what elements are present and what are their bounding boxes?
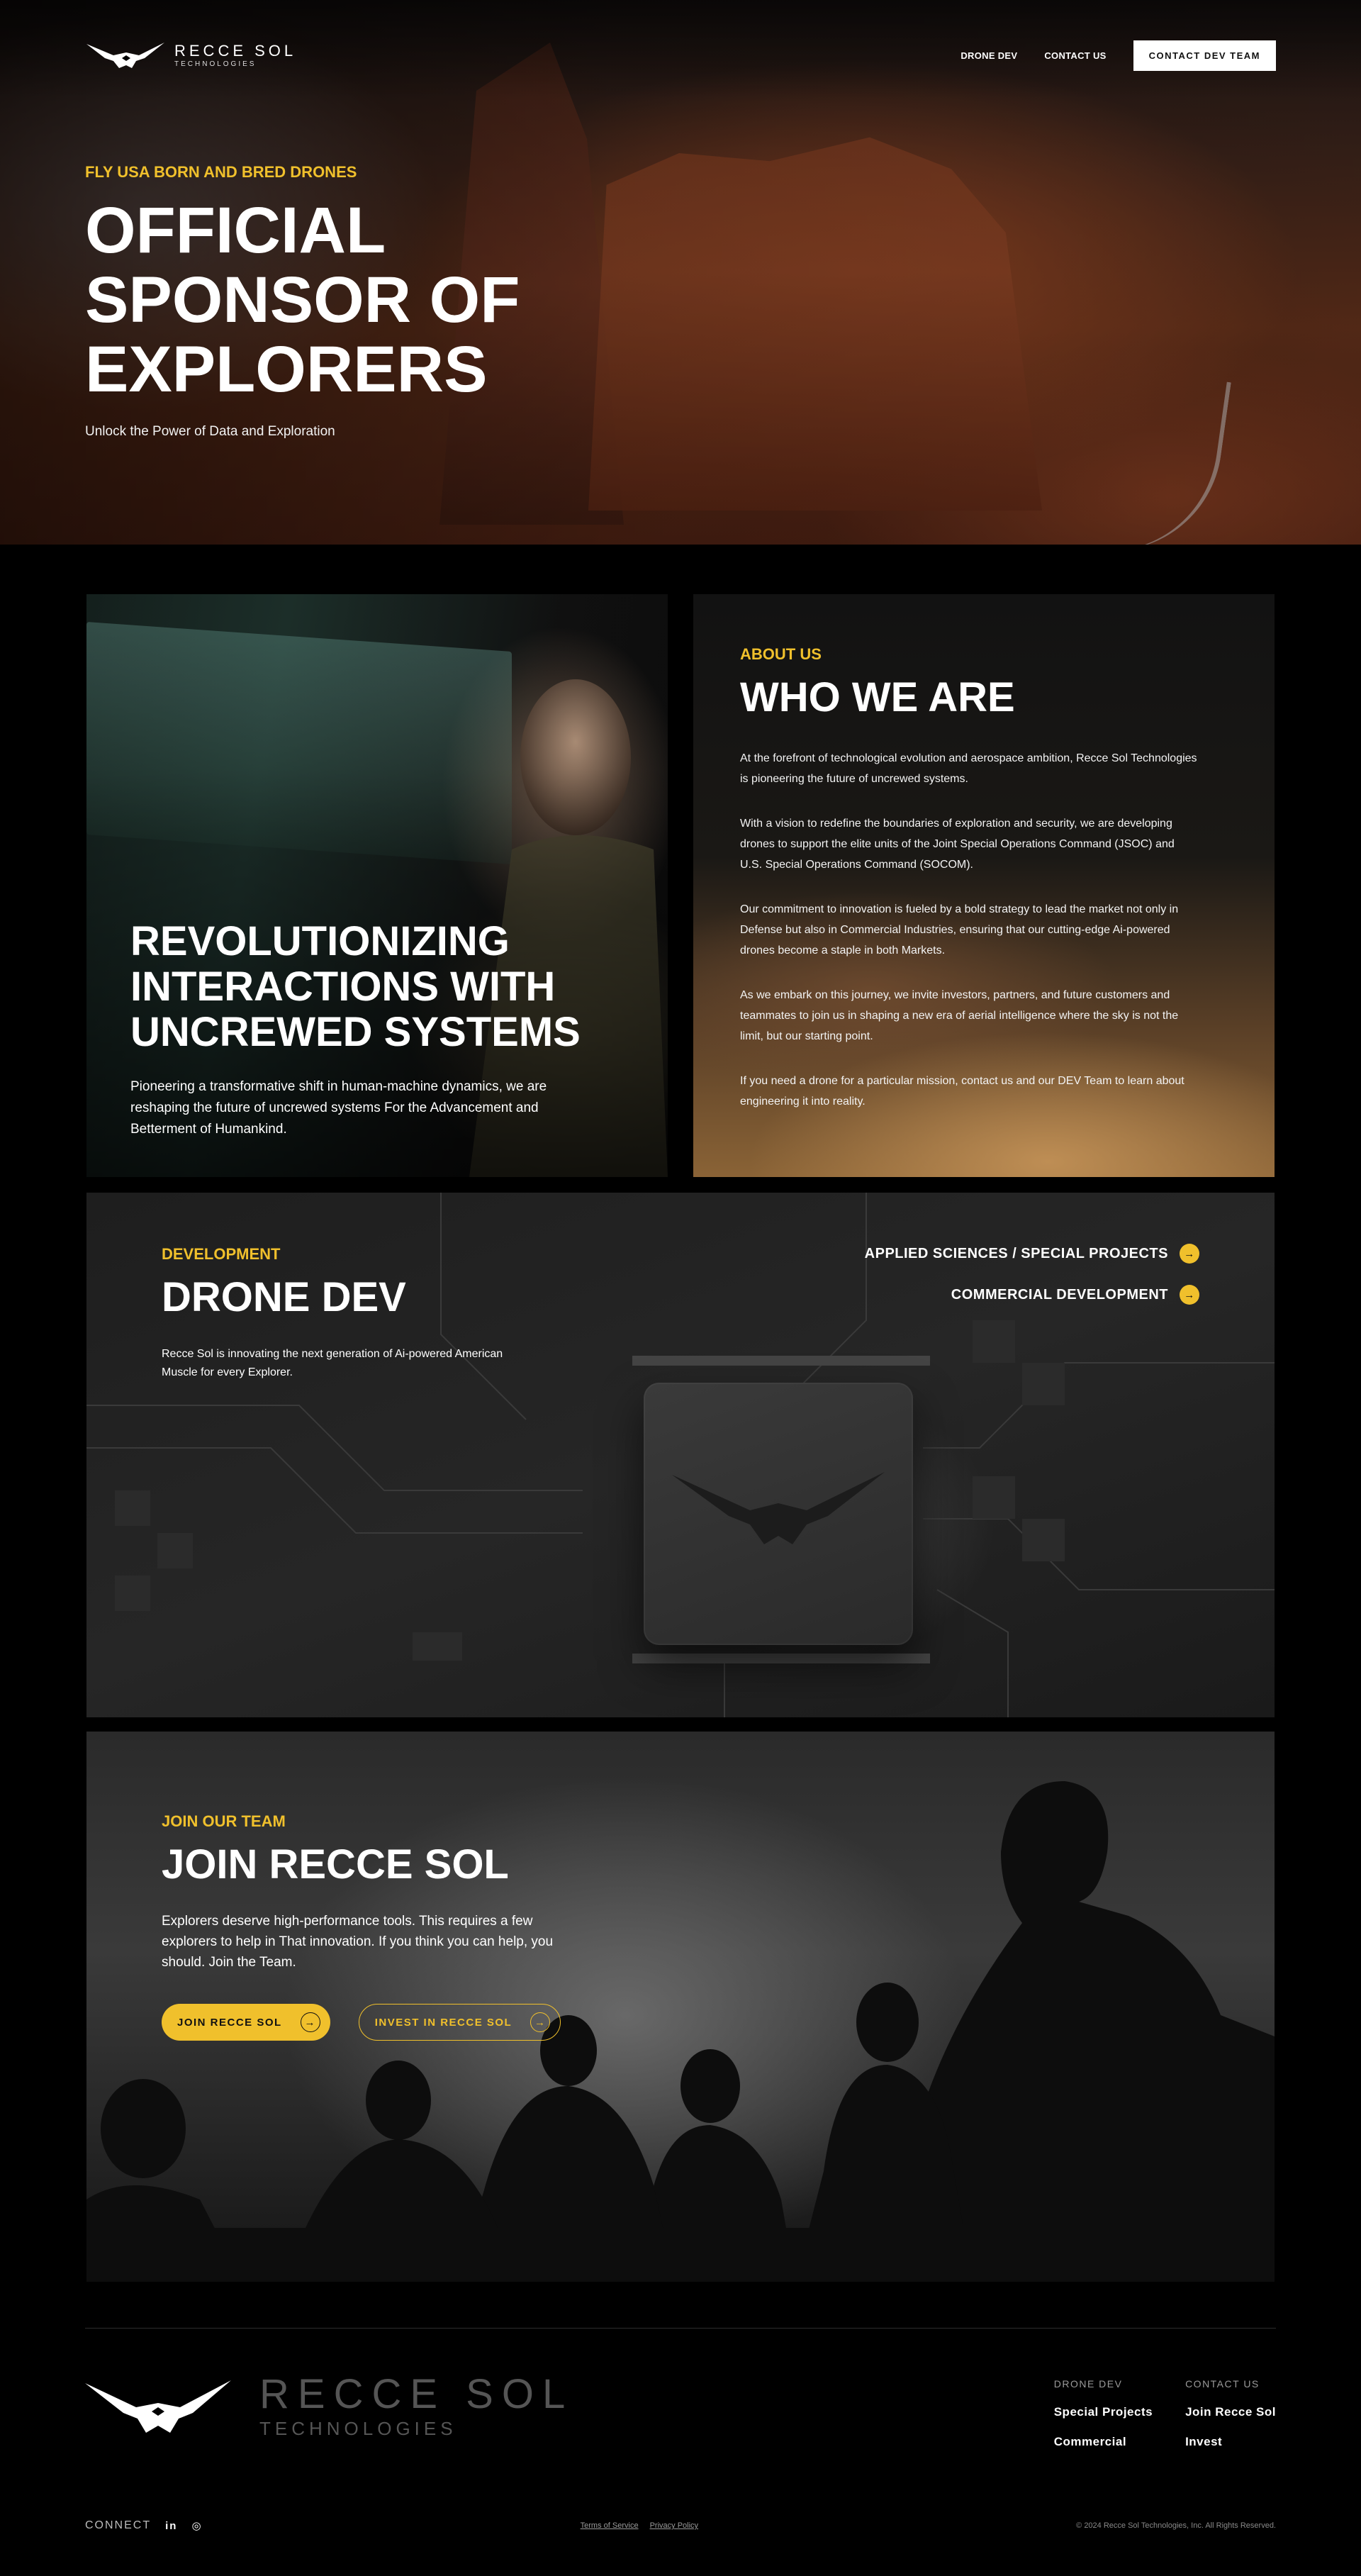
- legal-links: Terms of Service Privacy Policy: [581, 2521, 698, 2530]
- join-eyebrow: JOIN OUR TEAM: [162, 1812, 286, 1830]
- join-button-label: JOIN RECCE SOL: [177, 2016, 282, 2029]
- revolution-card: REVOLUTIONIZING INTERACTIONS WITH UNCREW…: [86, 594, 668, 1177]
- invest-button-label: INVEST IN RECCE SOL: [374, 2016, 513, 2029]
- logo-wordmark: RECCE SOL: [174, 41, 297, 60]
- nav-logo[interactable]: RECCE SOL TECHNOLOGIES: [85, 37, 296, 74]
- connect-group: CONNECT in ◎: [85, 2519, 203, 2532]
- join-recce-sol-button[interactable]: JOIN RECCE SOL →: [162, 2004, 330, 2041]
- arrow-right-icon: →: [1180, 1244, 1199, 1264]
- terms-link[interactable]: Terms of Service: [581, 2521, 639, 2530]
- arrow-right-icon: →: [300, 2012, 320, 2032]
- about-paragraph: Our commitment to innovation is fueled b…: [740, 903, 1179, 957]
- footer-logo-wordmark: RECCE SOL: [259, 2371, 574, 2417]
- footer-col-drone-dev: DRONE DEV Special Projects Commercial: [1054, 2378, 1153, 2449]
- footer-logo[interactable]: RECCE SOL TECHNOLOGIES: [85, 2374, 573, 2438]
- dev-eyebrow: DEVELOPMENT: [162, 1245, 281, 1263]
- hero-subtitle: Unlock the Power of Data and Exploration: [85, 424, 335, 439]
- footer-link-invest[interactable]: Invest: [1185, 2435, 1276, 2449]
- instagram-icon[interactable]: ◎: [191, 2519, 202, 2532]
- join-section: JOIN OUR TEAM JOIN RECCE SOL Explorers d…: [86, 1732, 1275, 2282]
- arrow-right-icon: →: [1180, 1285, 1199, 1305]
- logo-tagline: TECHNOLOGIES: [174, 60, 257, 68]
- about-eyebrow: ABOUT US: [740, 645, 822, 663]
- join-title: JOIN RECCE SOL: [162, 1841, 509, 1888]
- eagle-chip-icon: [672, 1472, 885, 1544]
- commercial-development-link[interactable]: COMMERCIAL DEVELOPMENT →: [951, 1285, 1199, 1305]
- chip-image: [644, 1383, 913, 1645]
- about-card: ABOUT US WHO WE ARE At the forefront of …: [693, 594, 1275, 1177]
- nav-link-drone-dev[interactable]: DRONE DEV: [960, 50, 1017, 61]
- copyright-text: © 2024 Recce Sol Technologies, Inc. All …: [1076, 2521, 1276, 2530]
- commercial-development-label: COMMERCIAL DEVELOPMENT: [951, 1286, 1168, 1303]
- connect-label: CONNECT: [85, 2519, 152, 2531]
- arrow-right-icon: →: [530, 2012, 551, 2032]
- about-paragraph: If you need a drone for a particular mis…: [740, 1075, 1184, 1108]
- top-nav: RECCE SOL TECHNOLOGIES DRONE DEV CONTACT…: [85, 37, 1276, 74]
- hero-section: RECCE SOL TECHNOLOGIES DRONE DEV CONTACT…: [0, 0, 1361, 545]
- dev-title: DRONE DEV: [162, 1274, 406, 1320]
- footer-link-commercial[interactable]: Commercial: [1054, 2435, 1153, 2449]
- contact-dev-team-button[interactable]: CONTACT DEV TEAM: [1133, 40, 1276, 71]
- about-paragraph: As we embark on this journey, we invite …: [740, 989, 1179, 1042]
- footer-link-join[interactable]: Join Recce Sol: [1185, 2405, 1276, 2419]
- footer-col-heading: DRONE DEV: [1053, 2378, 1123, 2390]
- hero-content: FLY USA BORN AND BRED DRONES OFFICIAL SP…: [85, 163, 595, 440]
- footer-divider: [85, 2328, 1276, 2329]
- applied-sciences-link[interactable]: APPLIED SCIENCES / SPECIAL PROJECTS →: [865, 1244, 1199, 1264]
- revolution-title: REVOLUTIONIZING INTERACTIONS WITH UNCREW…: [130, 918, 581, 1055]
- about-paragraph: With a vision to redefine the boundaries…: [740, 818, 1175, 871]
- footer-col-contact: CONTACT US Join Recce Sol Invest: [1185, 2378, 1276, 2449]
- dev-text: Recce Sol is innovating the next generat…: [162, 1348, 503, 1378]
- intro-row: REVOLUTIONIZING INTERACTIONS WITH UNCREW…: [86, 594, 1275, 1177]
- about-title: WHO WE ARE: [740, 674, 1015, 720]
- footer-col-heading: CONTACT US: [1185, 2378, 1260, 2390]
- nav-link-contact-us[interactable]: CONTACT US: [1044, 50, 1106, 61]
- footer-bottom-bar: CONNECT in ◎ Terms of Service Privacy Po…: [85, 2517, 1276, 2534]
- eagle-logo-icon: [85, 2380, 231, 2433]
- hero-title: OFFICIAL SPONSOR OF EXPLORERS: [85, 194, 520, 406]
- privacy-link[interactable]: Privacy Policy: [650, 2521, 698, 2530]
- applied-sciences-label: APPLIED SCIENCES / SPECIAL PROJECTS: [864, 1245, 1168, 1261]
- drone-dev-section: DEVELOPMENT DRONE DEV Recce Sol is innov…: [86, 1193, 1275, 1717]
- join-text: Explorers deserve high-performance tools…: [162, 1914, 554, 1970]
- eagle-logo-icon: [86, 43, 164, 68]
- invest-button[interactable]: INVEST IN RECCE SOL →: [358, 2004, 561, 2041]
- hero-eyebrow: FLY USA BORN AND BRED DRONES: [85, 163, 357, 181]
- footer-link-special-projects[interactable]: Special Projects: [1054, 2405, 1153, 2419]
- linkedin-icon[interactable]: in: [165, 2520, 177, 2532]
- footer-columns: DRONE DEV Special Projects Commercial CO…: [1054, 2378, 1276, 2449]
- footer-logo-tagline: TECHNOLOGIES: [259, 2418, 457, 2439]
- revolution-text: Pioneering a transformative shift in hum…: [130, 1079, 547, 1137]
- about-paragraph: At the forefront of technological evolut…: [740, 752, 1197, 785]
